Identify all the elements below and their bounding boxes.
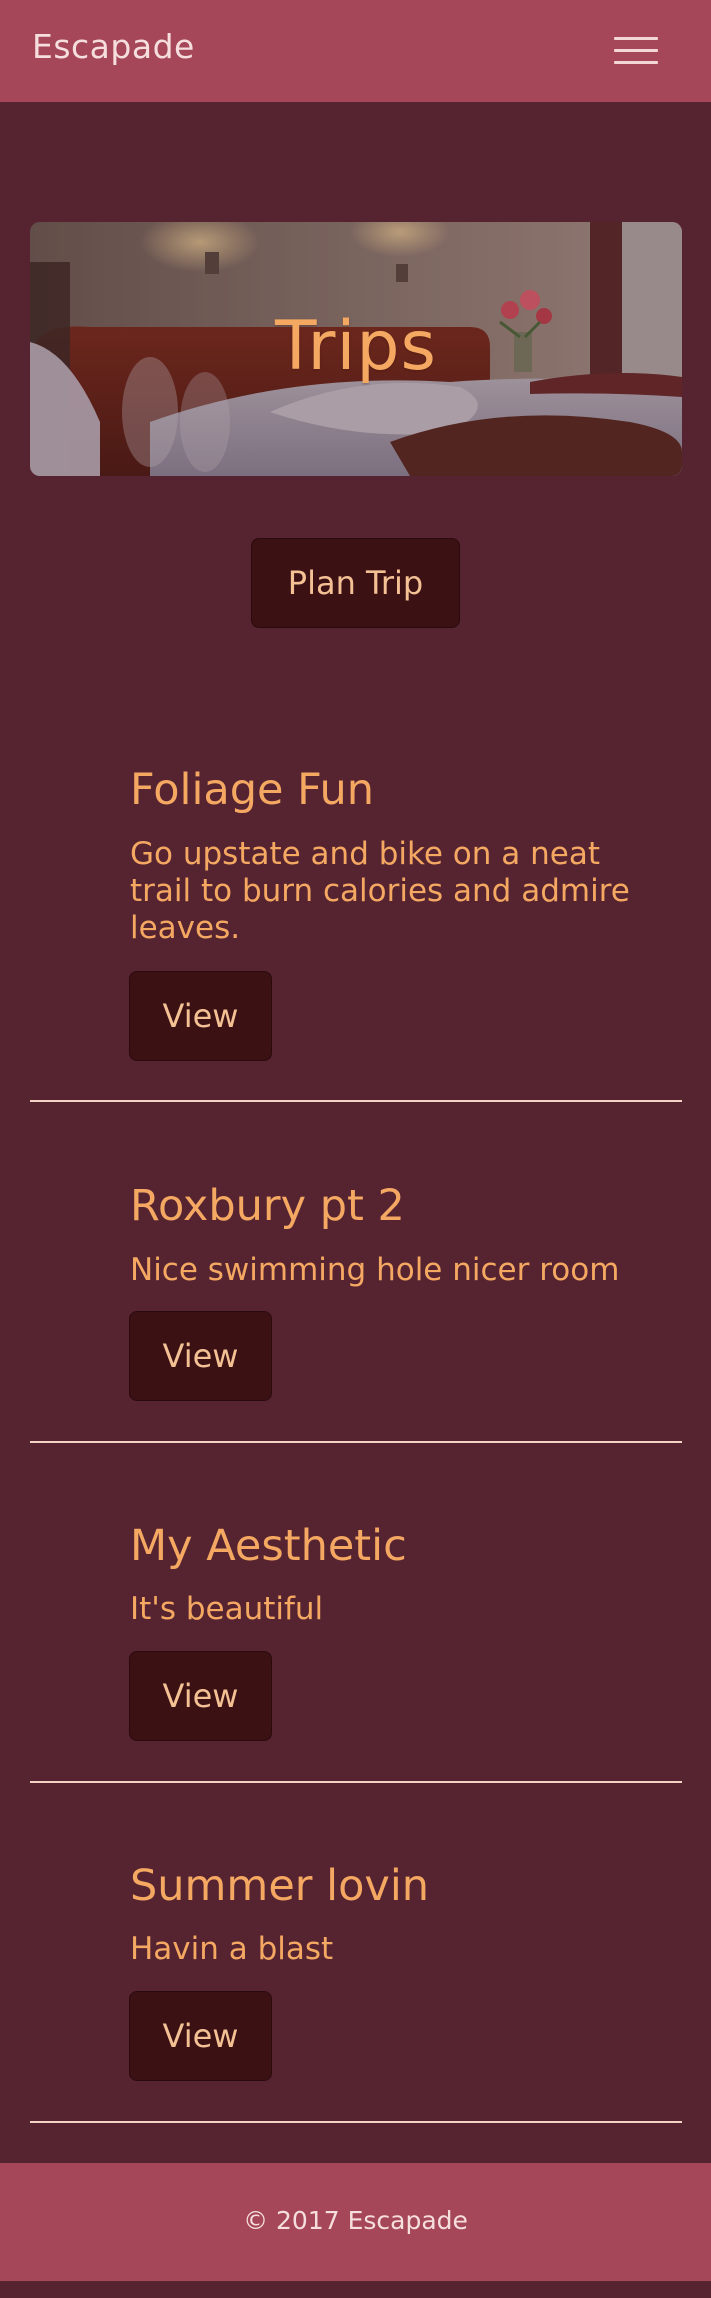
footer-copyright: © 2017 Escapade [243, 2206, 468, 2235]
view-trip-button[interactable]: View [129, 1991, 272, 2081]
hero-banner: Trips [30, 222, 682, 476]
view-trip-button[interactable]: View [129, 1651, 272, 1741]
page-title: Trips [275, 307, 437, 386]
trip-title: Roxbury pt 2 [130, 1181, 405, 1231]
hamburger-line [614, 61, 658, 64]
divider [30, 2121, 682, 2123]
trip-title: My Aesthetic [130, 1521, 407, 1571]
divider [30, 1100, 682, 1102]
brand-logo[interactable]: Escapade [32, 24, 195, 70]
view-trip-button[interactable]: View [129, 971, 272, 1061]
footer: © 2017 Escapade [0, 2163, 711, 2281]
trip-title: Foliage Fun [130, 765, 375, 815]
view-trip-button[interactable]: View [129, 1311, 272, 1401]
trip-description: Havin a blast [130, 1931, 334, 1967]
trip-description: Go upstate and bike on a neat trail to b… [130, 836, 630, 946]
hamburger-line [614, 49, 658, 52]
trip-title: Summer lovin [130, 1861, 430, 1911]
plan-trip-button[interactable]: Plan Trip [251, 538, 460, 628]
hamburger-menu-icon[interactable] [612, 34, 660, 68]
divider [30, 1441, 682, 1443]
hamburger-line [614, 37, 658, 40]
navbar: Escapade [0, 0, 711, 102]
trip-description: It's beautiful [130, 1591, 324, 1627]
divider [30, 1781, 682, 1783]
trip-description: Nice swimming hole nicer room [130, 1252, 620, 1288]
